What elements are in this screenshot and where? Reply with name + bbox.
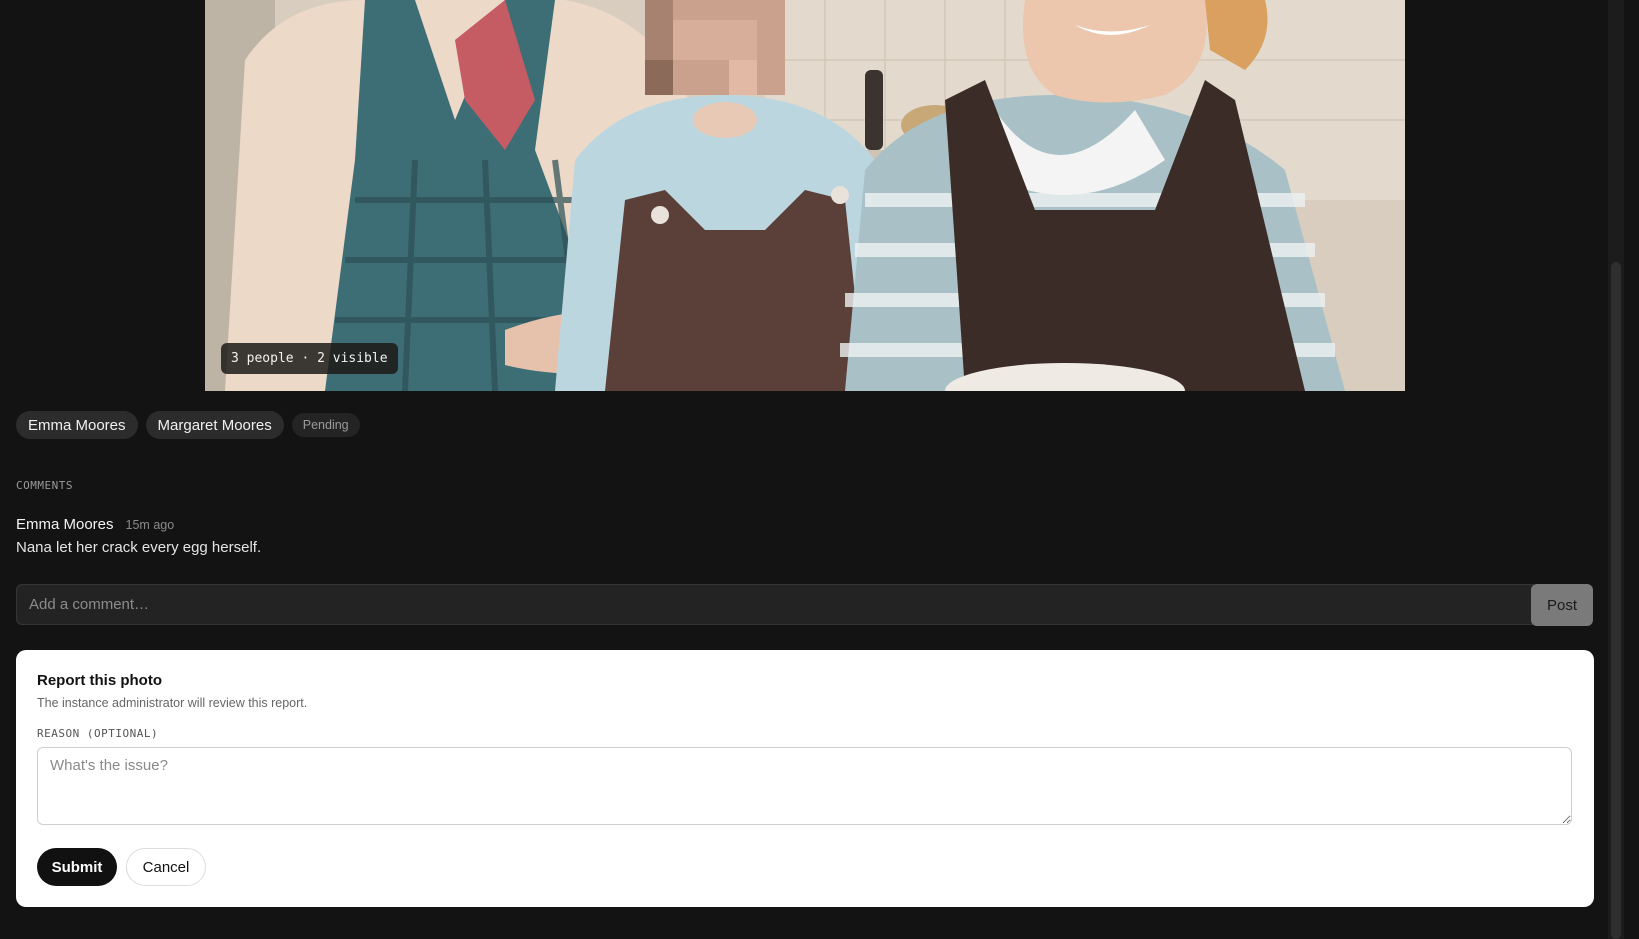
status-badge: Pending	[291, 413, 360, 437]
comment-input[interactable]	[16, 584, 1538, 625]
people-count-badge: 3 people · 2 visible	[221, 343, 398, 374]
reason-textarea[interactable]	[37, 747, 1572, 825]
photo[interactable]: 3 people · 2 visible	[205, 0, 1405, 391]
reason-label: REASON (OPTIONAL)	[37, 727, 159, 740]
submit-report-button[interactable]: Submit	[37, 848, 117, 886]
photo-image	[205, 0, 1405, 391]
report-title: Report this photo	[37, 672, 162, 689]
report-photo-dialog: Report this photo The instance administr…	[16, 650, 1594, 907]
scrollbar-thumb[interactable]	[1611, 262, 1621, 939]
photo-detail-page: 3 people · 2 visible Emma Moores Margare…	[0, 0, 1639, 939]
comments-heading: COMMENTS	[16, 479, 73, 492]
post-comment-button[interactable]: Post	[1531, 584, 1593, 626]
report-subtitle: The instance administrator will review t…	[37, 696, 308, 710]
person-tag-margaret[interactable]: Margaret Moores	[145, 411, 284, 439]
comment-body: Nana let her crack every egg herself.	[16, 539, 262, 556]
comment-header: Emma Moores 15m ago	[16, 516, 174, 533]
people-tags: Emma Moores Margaret Moores Pending	[16, 411, 360, 439]
comment-author: Emma Moores	[16, 516, 114, 533]
comment-timestamp: 15m ago	[125, 518, 175, 532]
cancel-report-button[interactable]: Cancel	[126, 848, 206, 886]
person-tag-emma[interactable]: Emma Moores	[16, 411, 138, 439]
